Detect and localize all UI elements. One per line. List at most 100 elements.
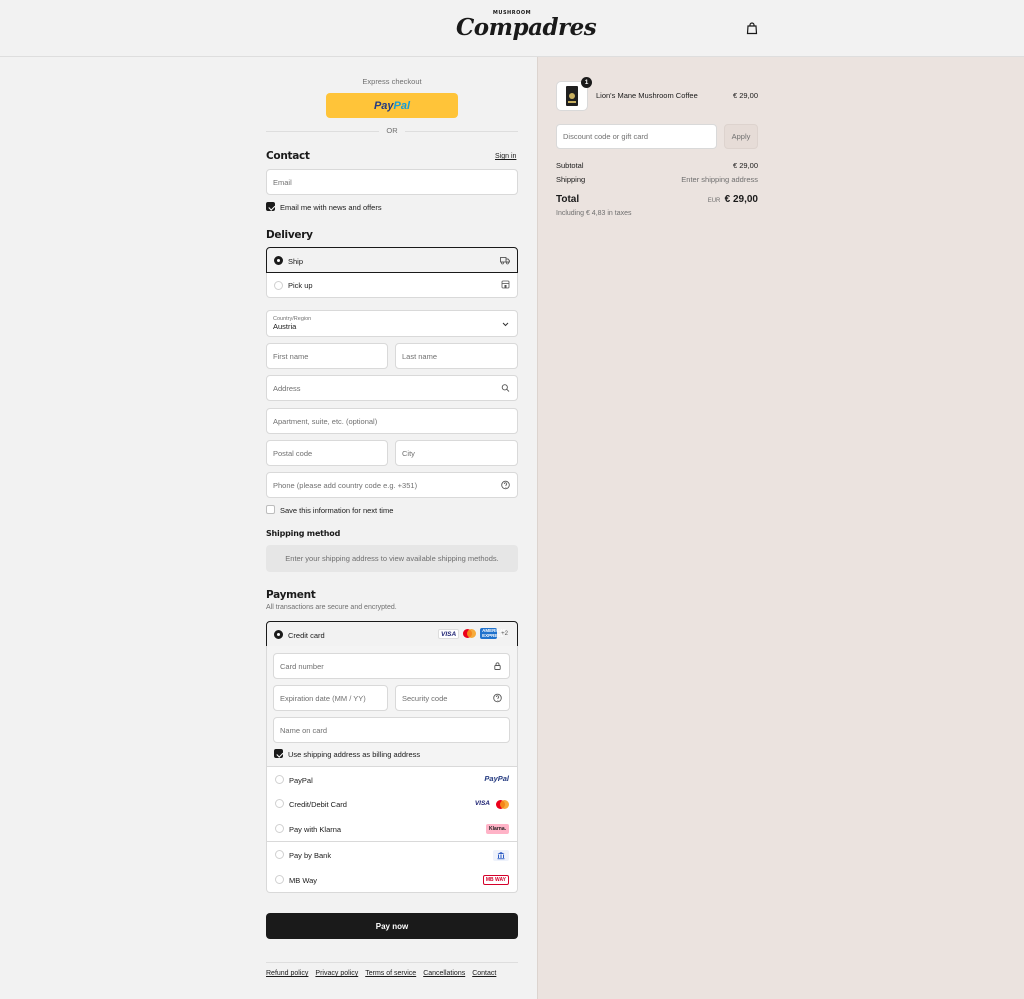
card-number-placeholder: Card number: [280, 661, 324, 671]
paypal-logo-pay: Pay: [373, 99, 394, 112]
card-brands: VISA AMERICAN EXPRESS +2: [437, 628, 508, 639]
debit-card-label: Credit/Debit Card: [289, 800, 347, 809]
klarna-logo: Klarna.: [486, 824, 509, 834]
mbway-label: MB Way: [289, 876, 318, 885]
privacy-policy-link[interactable]: Privacy policy: [315, 970, 358, 977]
pickup-option[interactable]: Pick up: [266, 273, 518, 298]
brand-logo[interactable]: MUSHROOM Compadres: [456, 10, 597, 44]
bank-label: Pay by Bank: [289, 851, 332, 860]
chevron-down-icon: [502, 322, 509, 326]
name-on-card-field[interactable]: Name on card: [273, 717, 510, 743]
contact-heading: Contact: [266, 150, 310, 162]
amex-logo: AMERICAN EXPRESS: [480, 628, 507, 639]
subtotal-label: Subtotal: [556, 161, 584, 170]
contact-link[interactable]: Contact: [472, 970, 496, 977]
postal-code-field[interactable]: Postal code: [266, 440, 388, 466]
refund-policy-link[interactable]: Refund policy: [266, 970, 308, 977]
help-icon[interactable]: [501, 480, 510, 490]
payment-method-bank[interactable]: Pay by Bank: [266, 842, 518, 868]
phone-placeholder: Phone (please add country code e.g. +351…: [273, 480, 418, 490]
discount-placeholder: Discount code or gift card: [563, 132, 649, 141]
credit-card-label: Credit card: [288, 631, 325, 640]
pickup-label: Pick up: [288, 281, 313, 290]
name-on-card-placeholder: Name on card: [280, 725, 328, 735]
subtotal-value: € 29,00: [732, 161, 758, 170]
city-placeholder: City: [402, 448, 415, 458]
quantity-value: 1: [584, 79, 589, 86]
order-summary: [537, 57, 1024, 999]
newsletter-checkbox[interactable]: [266, 202, 275, 211]
expiration-field[interactable]: Expiration date (MM / YY): [273, 685, 388, 711]
header: MUSHROOM Compadres: [0, 0, 1024, 57]
payment-subtitle: All transactions are secure and encrypte…: [266, 604, 397, 611]
card-number-field[interactable]: Card number: [273, 653, 510, 679]
visa-logo: VISA: [437, 628, 460, 639]
total-value-group: EUR € 29,00: [680, 194, 758, 205]
security-code-field[interactable]: Security code: [395, 685, 510, 711]
email-field[interactable]: Email: [266, 169, 518, 195]
or-divider: OR: [266, 126, 518, 136]
ship-option[interactable]: Ship: [266, 247, 518, 273]
first-name-field[interactable]: First name: [266, 343, 388, 369]
paypal-label: PayPal: [289, 776, 313, 785]
billing-same-label: Use shipping address as billing address: [288, 750, 421, 759]
mastercard-logo: [463, 629, 477, 638]
lock-icon: [494, 662, 501, 670]
help-icon[interactable]: [493, 693, 502, 703]
pay-now-button[interactable]: Pay now: [266, 913, 518, 939]
ship-radio[interactable]: [274, 256, 283, 265]
mbway-logo: MB WAY: [482, 875, 509, 885]
apartment-field[interactable]: Apartment, suite, etc. (optional): [266, 408, 518, 434]
credit-card-option[interactable]: Credit card VISA AMERICAN EXPRESS +2: [266, 621, 518, 647]
total-label: Total: [556, 194, 580, 205]
payment-method-klarna[interactable]: Pay with Klarna Klarna.: [266, 816, 518, 842]
city-field[interactable]: City: [395, 440, 518, 466]
phone-field[interactable]: Phone (please add country code e.g. +351…: [266, 472, 518, 498]
pickup-radio[interactable]: [274, 281, 283, 290]
address-field[interactable]: Address: [266, 375, 518, 401]
apartment-placeholder: Apartment, suite, etc. (optional): [273, 416, 378, 426]
newsletter-label: Email me with news and offers: [280, 203, 382, 212]
ship-label: Ship: [288, 257, 304, 266]
search-icon: [501, 384, 510, 392]
terms-of-service-link[interactable]: Terms of service: [365, 970, 416, 977]
expiration-placeholder: Expiration date (MM / YY): [280, 693, 366, 703]
payment-heading: Payment: [266, 589, 316, 601]
security-code-placeholder: Security code: [402, 693, 448, 703]
truck-icon: [500, 257, 510, 265]
apply-button[interactable]: Apply: [724, 124, 758, 149]
payment-method-mbway[interactable]: MB Way MB WAY: [266, 867, 518, 893]
paypal-logo: PayPal: [484, 774, 509, 783]
quantity-badge: 1: [581, 77, 592, 88]
store-icon: [501, 280, 510, 289]
cancellations-link[interactable]: Cancellations: [423, 970, 465, 977]
bank-radio[interactable]: [275, 850, 284, 859]
amex-text: AMERICAN EXPRESS: [482, 628, 507, 638]
country-select[interactable]: Country/Region Austria: [266, 310, 518, 337]
paypal-radio[interactable]: [275, 775, 284, 784]
paypal-logo-pal: Pal: [393, 99, 411, 112]
mbway-radio[interactable]: [275, 875, 284, 884]
address-placeholder: Address: [273, 383, 301, 393]
credit-card-radio[interactable]: [274, 630, 283, 639]
shopping-bag-icon[interactable]: [745, 21, 759, 35]
discount-input[interactable]: Discount code or gift card: [556, 124, 717, 149]
visa-logo: VISA: [474, 800, 490, 807]
payment-method-paypal[interactable]: PayPal PayPal: [266, 766, 518, 792]
bank-icon: [493, 850, 509, 861]
footer-divider: [266, 962, 518, 963]
product-name: Lion's Mane Mushroom Coffee: [596, 91, 698, 100]
debit-card-logos: VISA: [473, 799, 509, 809]
debit-card-radio[interactable]: [275, 799, 284, 808]
shipping-method-note: Enter your shipping address to view avai…: [266, 545, 518, 572]
shipping-method-heading: Shipping method: [266, 529, 341, 538]
shipping-label: Shipping: [556, 175, 586, 184]
klarna-radio[interactable]: [275, 824, 284, 833]
payment-method-debit-card[interactable]: Credit/Debit Card VISA: [266, 791, 518, 817]
paypal-express-button[interactable]: Pay Pal: [326, 93, 458, 118]
product-price: € 29,00: [732, 91, 758, 100]
billing-same-checkbox[interactable]: [274, 749, 283, 758]
save-info-checkbox[interactable]: [266, 505, 275, 514]
sign-in-link[interactable]: Sign in: [495, 153, 516, 160]
last-name-field[interactable]: Last name: [395, 343, 518, 369]
